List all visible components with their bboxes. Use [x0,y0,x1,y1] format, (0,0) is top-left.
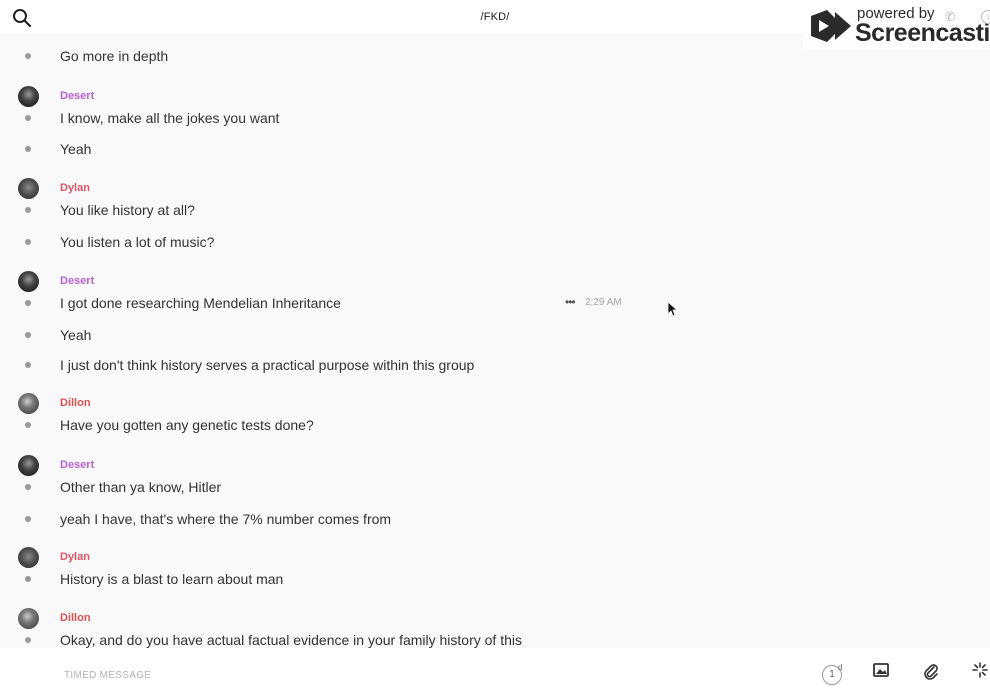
avatar[interactable] [18,608,39,629]
bullet-icon [25,422,31,428]
message-timestamp: 2:29 AM [585,297,622,308]
bullet-icon [25,516,31,522]
info-icon: i [981,10,990,24]
message-text: Have you gotten any genetic tests done? [60,417,314,433]
message-text: Yeah [60,141,92,157]
sparkle-icon[interactable] [972,662,988,678]
avatar[interactable] [18,178,39,199]
author-name[interactable]: Desert [60,90,94,102]
message-text: Okay, and do you have actual factual evi… [60,632,522,648]
phone-icon: ✆ [945,9,956,24]
author-name[interactable]: Dylan [60,182,90,194]
bullet-icon [25,53,31,59]
avatar[interactable] [18,455,39,476]
avatar[interactable] [18,393,39,414]
bullet-icon [25,332,31,338]
author-name[interactable]: Dillon [60,612,91,624]
message-text: History is a blast to learn about man [60,571,284,587]
mouse-cursor-icon [667,301,677,317]
avatar[interactable] [18,547,39,568]
bullet-icon [25,207,31,213]
bullet-icon [25,362,31,368]
bullet-icon [25,637,31,643]
message-text: yeah I have, that's where the 7% number … [60,511,392,527]
bullet-icon [25,239,31,245]
message-text: I just don't think history serves a prac… [60,357,475,373]
message-text: Go more in depth [60,48,169,64]
paperclip-icon[interactable] [923,662,939,680]
message-text: Yeah [60,327,92,343]
author-name[interactable]: Desert [60,459,94,471]
message-input[interactable] [62,664,766,686]
author-name[interactable]: Dillon [60,397,91,409]
more-options-icon[interactable]: ••• [565,295,576,309]
timer-unit: d [838,663,843,672]
composer-bar: 1 d [0,648,990,700]
bullet-icon [25,146,31,152]
message-text: Other than ya know, Hitler [60,479,222,495]
message-list: Go more in depth Desert I know, make all… [0,34,990,648]
avatar[interactable] [18,271,39,292]
author-name[interactable]: Dylan [60,551,90,563]
author-name[interactable]: Desert [60,275,94,287]
image-icon[interactable] [873,662,889,678]
message-text: I know, make all the jokes you want [60,110,280,126]
bullet-icon [25,115,31,121]
message-text: You listen a lot of music? [60,234,215,250]
bullet-icon [25,484,31,490]
bullet-icon [25,576,31,582]
message-text: You like history at all? [60,202,195,218]
bullet-icon [25,300,31,306]
message-text: I got done researching Mendelian Inherit… [60,295,341,311]
avatar[interactable] [18,86,39,107]
